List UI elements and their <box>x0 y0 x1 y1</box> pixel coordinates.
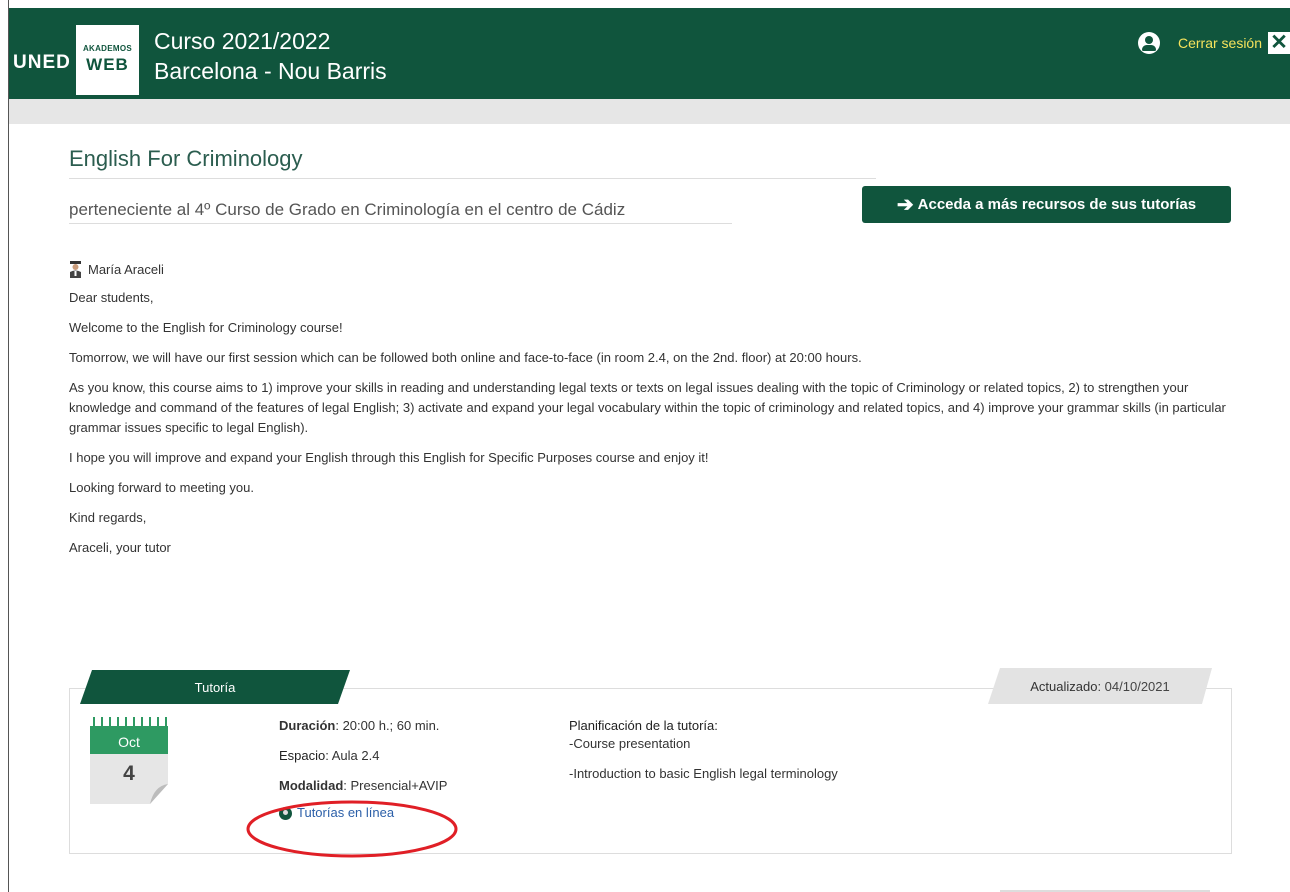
message-paragraph: As you know, this course aims to 1) impr… <box>69 380 1226 435</box>
header-subbar <box>9 99 1290 124</box>
message-paragraph: I hope you will improve and expand your … <box>69 450 709 465</box>
space-label: Espacio <box>279 748 326 763</box>
close-icon[interactable]: ✕ <box>1268 32 1290 54</box>
course-title: English For Criminology <box>69 146 876 179</box>
tutoria-tab: Tutoría <box>80 670 350 704</box>
more-resources-label: Acceda a más recursos de sus tutorías <box>917 196 1197 213</box>
space-value: : Aula 2.4 <box>325 748 380 763</box>
center-name: Barcelona - Nou Barris <box>154 58 387 84</box>
plan-item: -Introduction to basic English legal ter… <box>569 766 838 781</box>
calendar-day: 4 <box>123 762 135 785</box>
course-year: Curso 2021/2022 <box>154 28 331 54</box>
mode-value: : Presencial+AVIP <box>343 778 448 793</box>
akademos-logo-top: AKADEMOS <box>82 44 133 53</box>
duration-value: : 20:00 h.; 60 min. <box>335 718 440 733</box>
updated-badge: Actualizado: 04/10/2021 <box>988 668 1212 704</box>
message-paragraph: Kind regards, <box>69 510 147 525</box>
message-paragraph: Dear students, <box>69 290 154 305</box>
mode-row: Modalidad: Presencial+AVIP <box>279 777 447 795</box>
tutoria-plan: Planificación de la tutoría: -Course pre… <box>569 717 838 795</box>
message-body: Dear students, Welcome to the English fo… <box>69 288 1239 568</box>
tutoria-tab-label: Tutoría <box>194 679 236 695</box>
updated-label: Actualizado <box>1030 678 1098 694</box>
header-title: Curso 2021/2022 Barcelona - Nou Barris <box>154 26 387 86</box>
arrow-right-icon: ➔ <box>896 194 914 216</box>
message-paragraph: Araceli, your tutor <box>69 540 171 555</box>
updated-text: Actualizado: 04/10/2021 <box>1030 679 1170 694</box>
course-subtitle: perteneciente al 4º Curso de Grado en Cr… <box>69 199 732 224</box>
message-paragraph: Welcome to the English for Criminology c… <box>69 320 343 335</box>
akademos-logo[interactable]: AKADEMOS WEB <box>76 25 139 95</box>
tutor: María Araceli <box>69 261 164 278</box>
plan-item: -Course presentation <box>569 736 691 751</box>
more-resources-button[interactable]: ➔ Acceda a más recursos de sus tutorías <box>862 186 1231 223</box>
message-paragraph: Tomorrow, we will have our first session… <box>69 350 862 365</box>
user-icon[interactable] <box>1137 32 1160 54</box>
mode-label: Modalidad <box>279 778 344 793</box>
duration-label: Duración <box>279 718 336 733</box>
plan-heading: Planificación de la tutoría: <box>569 718 718 733</box>
site-header: UNED AKADEMOS WEB Curso 2021/2022 Barcel… <box>9 8 1290 99</box>
duration-row: Duración: 20:00 h.; 60 min. <box>279 717 447 735</box>
logout-link[interactable]: Cerrar sesión <box>1178 35 1262 51</box>
akademos-logo-web: WEB <box>86 55 129 74</box>
header-actions: Cerrar sesión ✕ <box>1137 28 1290 58</box>
window-frame <box>8 0 9 892</box>
tutor-avatar-icon <box>70 261 81 278</box>
message-paragraph: Looking forward to meeting you. <box>69 480 254 495</box>
updated-date: : 04/10/2021 <box>1097 678 1170 694</box>
uned-logo[interactable]: UNED <box>13 52 71 74</box>
calendar-month: Oct <box>118 734 140 750</box>
red-circle-annotation <box>246 800 458 858</box>
space-row: Espacio: Aula 2.4 <box>279 747 447 765</box>
tutor-name: María Araceli <box>88 262 164 277</box>
